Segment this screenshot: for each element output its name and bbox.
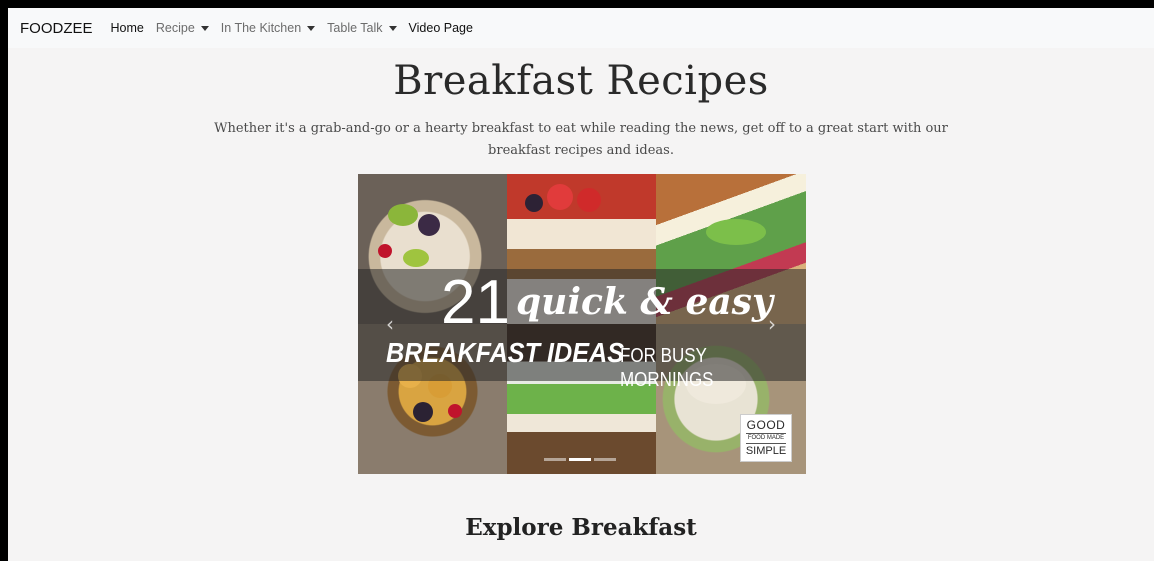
section-heading-explore-breakfast: Explore Breakfast bbox=[465, 514, 697, 541]
nav-in-the-kitchen-dropdown[interactable]: In The Kitchen bbox=[220, 21, 316, 35]
browser-viewport: FOODZEE Home Recipe In The Kitchen Table… bbox=[8, 8, 1154, 561]
brand-logo[interactable]: FOODZEE bbox=[20, 20, 93, 37]
nav-recipe-label: Recipe bbox=[155, 21, 195, 35]
carousel-indicator[interactable] bbox=[594, 458, 616, 461]
promo-bold-text: BREAKFAST IDEAS bbox=[386, 337, 625, 368]
promo-number: 21 bbox=[441, 268, 510, 337]
nav-home[interactable]: Home bbox=[111, 21, 144, 35]
carousel-indicator-active[interactable] bbox=[569, 458, 591, 461]
carousel-indicators bbox=[544, 458, 616, 461]
page-title: Breakfast Recipes bbox=[393, 58, 769, 104]
chevron-right-icon: › bbox=[768, 312, 776, 336]
caret-down-icon bbox=[200, 25, 209, 31]
caret-down-icon bbox=[307, 25, 316, 31]
carousel-indicator[interactable] bbox=[544, 458, 566, 461]
carousel-prev-button[interactable]: ‹ bbox=[380, 314, 400, 334]
good-food-made-simple-logo: GOOD FOOD MADE SIMPLE bbox=[740, 414, 792, 462]
nav-table-talk-dropdown[interactable]: Table Talk bbox=[327, 21, 397, 35]
nav-in-the-kitchen-label: In The Kitchen bbox=[220, 21, 302, 35]
nav-recipe-dropdown[interactable]: Recipe bbox=[156, 21, 209, 35]
promo-script-text: quick & easy bbox=[516, 281, 773, 323]
chevron-left-icon: ‹ bbox=[386, 312, 394, 336]
nav-home-label: Home bbox=[110, 21, 144, 35]
nav-video-page[interactable]: Video Page bbox=[409, 21, 473, 35]
nav-video-page-label: Video Page bbox=[408, 21, 473, 35]
promo-small-text: FOR BUSY MORNINGS bbox=[620, 345, 714, 391]
page-subtitle: Whether it's a grab-and-go or a hearty b… bbox=[214, 121, 948, 158]
carousel-next-button[interactable]: › bbox=[762, 314, 782, 334]
caret-down-icon bbox=[388, 25, 397, 31]
nav-table-talk-label: Table Talk bbox=[327, 21, 383, 35]
breakfast-carousel[interactable]: 21 quick & easy BREAKFAST IDEAS FOR BUSY… bbox=[358, 174, 806, 474]
top-navbar: FOODZEE Home Recipe In The Kitchen Table… bbox=[8, 8, 1154, 48]
